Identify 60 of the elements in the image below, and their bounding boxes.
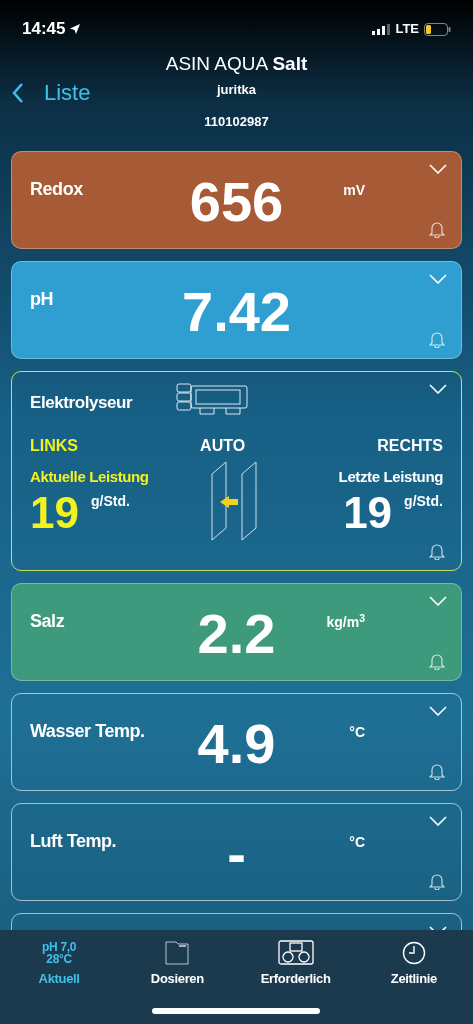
- electrolyser-card[interactable]: Elektrolyseur LINKS AUTO RECHTS Aktuelle Leistung 19 g/Std. Letzte Leistung 19 g/Std.: [11, 371, 462, 571]
- tab-bar-item[interactable]: Dosieren: [118, 938, 237, 988]
- measurement-value: 7.42: [182, 280, 291, 344]
- clock-icon: [401, 940, 426, 965]
- bell-icon[interactable]: [429, 763, 445, 780]
- battery-icon: [424, 22, 451, 36]
- bell-icon[interactable]: [429, 653, 445, 670]
- card-label: Wasser Temp.: [30, 720, 145, 743]
- unit-label: °C: [349, 723, 365, 742]
- cell-plates-icon: [209, 460, 260, 542]
- chevron-down-icon[interactable]: [429, 816, 447, 826]
- card-label: pH: [30, 288, 54, 311]
- device-icon: [277, 939, 314, 965]
- back-button[interactable]: Liste: [12, 76, 91, 109]
- output-value: 19: [30, 488, 79, 537]
- chevron-down-icon[interactable]: [429, 384, 447, 394]
- mode-label: AUTO: [200, 436, 246, 456]
- measurement-card[interactable]: Luft Temp. - °C: [11, 803, 462, 901]
- measurement-value: 2.2: [197, 602, 276, 666]
- folder-icon: [165, 939, 190, 965]
- measurement-value: 4.9: [197, 712, 276, 776]
- network-label: LTE: [395, 20, 419, 39]
- bell-icon[interactable]: [429, 873, 445, 890]
- unit-label: mV: [343, 181, 365, 200]
- measurement-value: 656: [189, 170, 284, 234]
- signal-icon: [372, 23, 391, 35]
- card-label: Elektrolyseur: [30, 392, 133, 415]
- bell-icon[interactable]: [429, 331, 445, 348]
- measurement-card[interactable]: Salz 2.2 kg/m$^{3}$: [11, 583, 462, 681]
- bell-icon[interactable]: [429, 221, 445, 238]
- output-value: 19: [343, 488, 393, 537]
- tab-bar-item[interactable]: pH 7,0 28°C Aktuell: [0, 938, 119, 988]
- side-label: LINKS: [30, 436, 78, 456]
- serial-number: 110102987: [204, 112, 269, 131]
- measurement-card[interactable]: Wasser Temp. 4.9 °C: [11, 693, 462, 791]
- tab-bar-item[interactable]: Erforderlich: [236, 938, 355, 988]
- side-label: RECHTS: [377, 436, 443, 456]
- location-arrow-icon: [69, 23, 82, 35]
- card-label: Salz: [30, 610, 65, 633]
- output-caption: Letzte Leistung: [338, 467, 443, 487]
- chevron-down-icon[interactable]: [429, 706, 447, 716]
- tab-bar-item[interactable]: Zeitlinie: [354, 938, 473, 988]
- unit-label: g/Std.: [404, 491, 443, 511]
- clock-time: 14:45: [22, 18, 66, 41]
- bell-icon[interactable]: [429, 543, 445, 560]
- unit-label: °C: [349, 833, 365, 852]
- chevron-down-icon[interactable]: [429, 596, 447, 606]
- card-label: Luft Temp.: [30, 830, 117, 853]
- output-caption: Aktuelle Leistung: [30, 467, 149, 487]
- electrolyser-icon: [176, 382, 249, 416]
- chevron-left-icon: [12, 82, 24, 103]
- measurement-value: -: [227, 822, 246, 886]
- chevron-down-icon[interactable]: [429, 164, 447, 174]
- reading-text: pH 7,0 28°C: [42, 940, 77, 965]
- device-name: juritka: [217, 81, 256, 99]
- unit-label: kg/m$^{3}$: [326, 612, 365, 632]
- card-label: Redox: [30, 178, 83, 201]
- unit-label: g/Std.: [90, 491, 130, 511]
- measurement-card[interactable]: Redox 656 mV: [11, 151, 462, 249]
- app-title: ASIN AQUA Salt: [165, 52, 308, 76]
